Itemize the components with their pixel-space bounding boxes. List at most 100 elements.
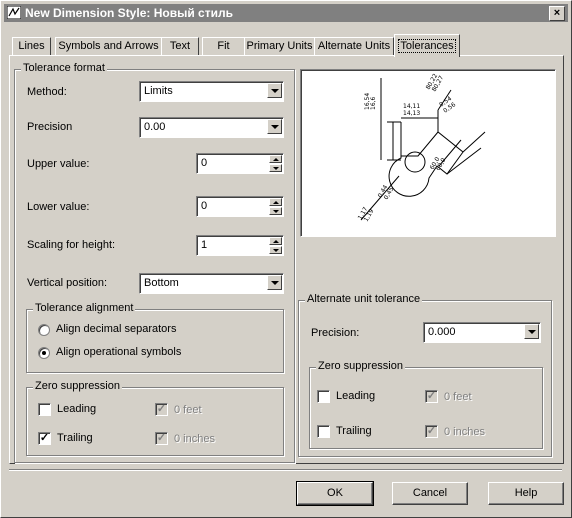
tab-text[interactable]: Text bbox=[161, 37, 199, 56]
chevron-down-icon[interactable] bbox=[267, 119, 282, 134]
preview-dim-text: 16,54 bbox=[364, 93, 371, 110]
method-select[interactable]: Limits bbox=[139, 81, 284, 102]
preview-hole bbox=[404, 151, 426, 173]
preview-dim-line bbox=[446, 147, 482, 175]
check-icon: ✓ bbox=[426, 425, 437, 437]
tab-label: Tolerances bbox=[398, 39, 456, 53]
alt-leading-label[interactable]: Leading bbox=[336, 390, 375, 402]
tab-primary-units[interactable]: Primary Units bbox=[244, 37, 315, 56]
feet-label: 0 feet bbox=[174, 404, 202, 416]
preview-dim-text: 16,6 bbox=[370, 96, 377, 110]
chevron-down-icon[interactable] bbox=[524, 324, 539, 339]
alt-trailing-label[interactable]: Trailing bbox=[336, 425, 372, 437]
alt-inches-label: 0 inches bbox=[444, 426, 485, 438]
trailing-label[interactable]: Trailing bbox=[57, 432, 93, 444]
style-preview: 16,6 16,54 14,11 14,13 0,54 0,56 1,17 1,… bbox=[300, 69, 556, 237]
chevron-down-icon[interactable] bbox=[267, 83, 282, 98]
tab-label: Lines bbox=[18, 40, 45, 52]
alt-trailing-checkbox[interactable] bbox=[317, 425, 330, 438]
lower-value-input[interactable]: 0 bbox=[196, 196, 284, 217]
scaling-input[interactable]: 1 bbox=[196, 235, 284, 256]
upper-value-input[interactable]: 0 bbox=[196, 153, 284, 174]
group-legend: Tolerance alignment bbox=[33, 302, 136, 314]
scaling-label: Scaling for height: bbox=[27, 239, 116, 251]
alt-precision-select[interactable]: 0.000 bbox=[423, 322, 541, 343]
check-icon: ✓ bbox=[156, 432, 167, 444]
precision-select[interactable]: 0.00 bbox=[139, 117, 284, 138]
tab-lines[interactable]: Lines bbox=[12, 37, 51, 56]
help-button[interactable]: Help bbox=[488, 482, 564, 505]
preview-geometry bbox=[360, 78, 486, 221]
alt-feet-checkbox[interactable]: ✓ bbox=[425, 390, 438, 403]
spin-down-icon[interactable] bbox=[269, 246, 282, 254]
alt-precision-value: 0.000 bbox=[428, 326, 456, 338]
method-value: Limits bbox=[144, 85, 173, 97]
window-title: New Dimension Style: Новый стиль bbox=[25, 6, 233, 20]
group-legend: Alternate unit tolerance bbox=[305, 293, 423, 305]
radio-align-decimal[interactable] bbox=[38, 324, 50, 336]
chevron-down-icon[interactable] bbox=[267, 275, 282, 290]
preview-ext-line bbox=[462, 131, 486, 153]
tab-label: Text bbox=[169, 40, 191, 52]
inches-checkbox[interactable]: ✓ bbox=[155, 432, 168, 445]
tolerance-alignment-group: Tolerance alignment bbox=[26, 302, 284, 373]
dialog-window: New Dimension Style: Новый стиль × Lines… bbox=[0, 0, 572, 518]
vertical-position-label: Vertical position: bbox=[27, 277, 108, 289]
leading-checkbox[interactable] bbox=[38, 403, 51, 416]
lower-value-label: Lower value: bbox=[27, 201, 90, 213]
tab-fit[interactable]: Fit bbox=[202, 37, 245, 56]
trailing-checkbox[interactable]: ✓ bbox=[38, 432, 51, 445]
alt-feet-label: 0 feet bbox=[444, 391, 472, 403]
spinner[interactable] bbox=[269, 237, 282, 254]
spin-down-icon[interactable] bbox=[269, 164, 282, 172]
alt-leading-checkbox[interactable] bbox=[317, 390, 330, 403]
alt-inches-checkbox[interactable]: ✓ bbox=[425, 425, 438, 438]
spinner[interactable] bbox=[269, 155, 282, 172]
tab-label: Primary Units bbox=[246, 40, 313, 52]
spin-down-icon[interactable] bbox=[269, 207, 282, 215]
preview-part-outline bbox=[388, 122, 464, 197]
tab-label: Alternate Units bbox=[317, 40, 391, 52]
preview-drawing: 16,6 16,54 14,11 14,13 0,54 0,56 1,17 1,… bbox=[357, 72, 486, 223]
align-decimal-label[interactable]: Align decimal separators bbox=[56, 323, 176, 335]
vertical-position-value: Bottom bbox=[144, 277, 179, 289]
check-icon: ✓ bbox=[426, 390, 437, 402]
scaling-value: 1 bbox=[201, 239, 208, 251]
upper-value: 0 bbox=[201, 157, 208, 169]
group-legend: Tolerance format bbox=[21, 62, 107, 74]
spin-up-icon[interactable] bbox=[269, 198, 282, 206]
leading-label[interactable]: Leading bbox=[57, 403, 96, 415]
close-icon: × bbox=[553, 7, 561, 19]
ok-button[interactable]: OK bbox=[296, 481, 374, 506]
close-button[interactable]: × bbox=[549, 6, 565, 21]
preview-dim-text: 14,11 bbox=[403, 103, 420, 110]
radio-align-operational[interactable] bbox=[38, 347, 50, 359]
spinner[interactable] bbox=[269, 198, 282, 215]
spin-up-icon[interactable] bbox=[269, 237, 282, 245]
align-operational-label[interactable]: Align operational symbols bbox=[56, 346, 181, 358]
tab-alternate-units[interactable]: Alternate Units bbox=[314, 37, 394, 56]
cancel-button[interactable]: Cancel bbox=[392, 482, 468, 505]
title-bar[interactable]: New Dimension Style: Новый стиль × bbox=[4, 4, 568, 22]
tab-tolerances[interactable]: Tolerances bbox=[394, 34, 460, 57]
check-icon: ✓ bbox=[156, 403, 167, 415]
group-legend: Zero suppression bbox=[33, 380, 122, 392]
precision-label: Precision bbox=[27, 121, 73, 133]
inches-label: 0 inches bbox=[174, 433, 215, 445]
precision-value: 0.00 bbox=[144, 121, 166, 133]
app-icon bbox=[7, 6, 21, 19]
tab-label: Fit bbox=[217, 40, 230, 52]
tab-label: Symbols and Arrows bbox=[58, 40, 159, 52]
method-label: Method: bbox=[27, 86, 67, 98]
tab-symbols-and-arrows[interactable]: Symbols and Arrows bbox=[55, 37, 162, 56]
preview-dim-text: 14,13 bbox=[403, 110, 420, 117]
vertical-position-select[interactable]: Bottom bbox=[139, 273, 284, 294]
upper-value-label: Upper value: bbox=[27, 158, 90, 170]
zero-suppression-group: Zero suppression bbox=[26, 380, 284, 456]
group-legend: Zero suppression bbox=[316, 360, 405, 372]
preview-labels: 16,6 16,54 14,11 14,13 0,54 0,56 1,17 1,… bbox=[357, 72, 458, 223]
alt-precision-label: Precision: bbox=[311, 327, 360, 339]
check-icon: ✓ bbox=[39, 432, 50, 444]
feet-checkbox[interactable]: ✓ bbox=[155, 403, 168, 416]
spin-up-icon[interactable] bbox=[269, 155, 282, 163]
